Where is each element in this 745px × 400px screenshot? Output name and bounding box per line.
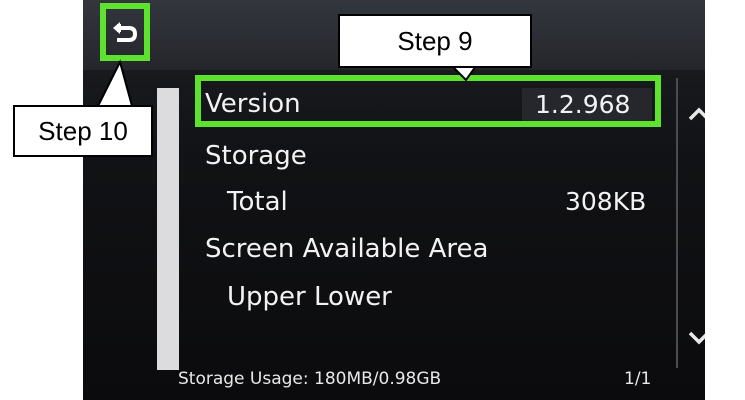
row-upper-lower-label: Upper Lower <box>227 282 392 312</box>
row-screen-available-area-label: Screen Available Area <box>205 234 489 264</box>
row-storage-label: Storage <box>205 141 307 171</box>
storage-usage-text: Storage Usage: 180MB/0.98GB <box>178 369 442 389</box>
row-total-label: Total <box>227 187 288 217</box>
chevron-up-icon[interactable] <box>687 106 705 122</box>
scroll-position-bar <box>157 88 179 370</box>
back-arrow-icon <box>113 22 137 42</box>
page-indicator: 1/1 <box>624 369 652 389</box>
step9-callout: Step 9 <box>338 14 532 68</box>
row-total-value: 308KB <box>565 187 647 216</box>
scrollbar-track[interactable] <box>676 78 678 368</box>
step9-highlight-box <box>195 75 661 127</box>
step10-callout: Step 10 <box>13 105 153 157</box>
back-button[interactable] <box>100 3 150 61</box>
chevron-down-icon[interactable] <box>687 330 705 346</box>
